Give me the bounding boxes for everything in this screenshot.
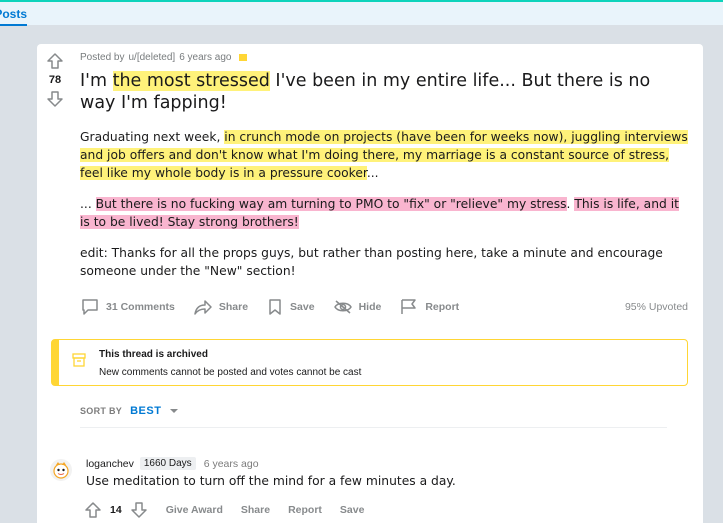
sort-value[interactable]: BEST (130, 405, 161, 417)
caret-down-icon[interactable] (169, 407, 179, 415)
post-title[interactable]: I'm the most stressed I've been in my en… (80, 70, 690, 114)
comment-time[interactable]: 6 years ago (204, 458, 259, 470)
sort-label: SORT BY (80, 406, 123, 416)
upvote-arrow-icon[interactable] (84, 501, 102, 519)
comment-actions: 14 Give Award Share Report Save (84, 501, 364, 519)
post-body: Graduating next week, in crunch mode on … (80, 128, 690, 293)
comment-header: loganchev 1660 Days 6 years ago (86, 457, 259, 470)
divider (80, 427, 667, 428)
award-badge-icon (239, 54, 248, 61)
top-nav-bar: Posts (0, 0, 723, 26)
post-time[interactable]: 6 years ago (179, 52, 231, 63)
share-button[interactable]: Share (193, 298, 248, 316)
archive-icon (72, 353, 86, 367)
comment-report-button[interactable]: Report (288, 504, 322, 516)
comments-button[interactable]: 31 Comments (80, 298, 175, 316)
archived-subtext: New comments cannot be posted and votes … (99, 367, 362, 378)
post-meta: Posted by u/[deleted] 6 years ago (80, 52, 248, 63)
sort-control[interactable]: SORT BY BEST (80, 405, 179, 417)
post-actions-bar: 31 Comments Share Save Hide Report 95% U… (80, 296, 690, 318)
vote-column: 78 (40, 52, 70, 108)
user-flair: 1660 Days (139, 457, 196, 470)
body-highlight-pink: But there is no fucking way am turning t… (95, 197, 567, 211)
report-button[interactable]: Report (399, 298, 459, 316)
eye-hidden-icon (333, 300, 352, 314)
share-icon (194, 300, 212, 315)
comment-score: 14 (110, 504, 122, 516)
posted-by-label: Posted by (80, 52, 125, 63)
upvote-arrow-icon[interactable] (46, 52, 64, 70)
hide-button[interactable]: Hide (333, 298, 381, 316)
archived-heading: This thread is archived (99, 349, 208, 360)
post-score: 78 (48, 74, 62, 86)
upvote-ratio: 95% Upvoted (624, 301, 688, 313)
comment-share-button[interactable]: Share (241, 504, 270, 516)
downvote-arrow-icon[interactable] (130, 501, 148, 519)
comment-save-button[interactable]: Save (340, 504, 365, 516)
title-highlight: the most stressed (112, 71, 270, 91)
avatar[interactable] (48, 457, 74, 483)
comment-author[interactable]: loganchev (86, 458, 134, 470)
downvote-arrow-icon[interactable] (46, 90, 64, 108)
comment-text: Use meditation to turn off the mind for … (86, 474, 456, 488)
give-award-button[interactable]: Give Award (166, 504, 223, 516)
body-paragraph-3: edit: Thanks for all the props guys, but… (80, 246, 663, 278)
post-author-link[interactable]: u/[deleted] (128, 52, 175, 63)
tab-posts[interactable]: Posts (0, 7, 27, 26)
body-paragraph-1: Graduating next week, in crunch mode on … (80, 130, 688, 180)
flag-icon (401, 299, 417, 314)
save-button[interactable]: Save (266, 298, 315, 316)
comment-icon (82, 299, 98, 315)
body-paragraph-2: ... But there is no fucking way am turni… (80, 197, 679, 229)
bookmark-icon (269, 299, 281, 315)
archived-notice: This thread is archived New comments can… (51, 339, 688, 386)
